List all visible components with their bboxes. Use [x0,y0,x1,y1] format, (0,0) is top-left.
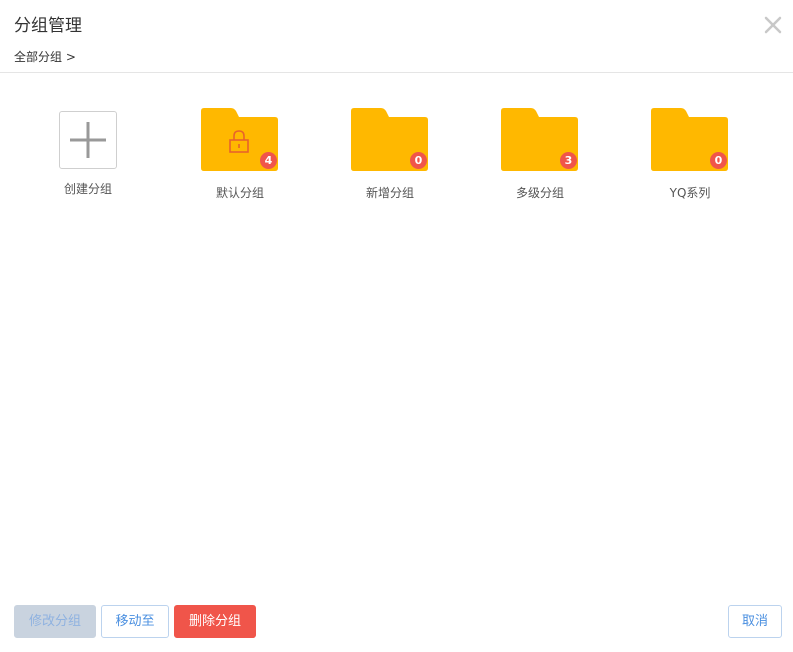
close-icon[interactable] [762,14,784,36]
count-badge: 0 [410,152,427,169]
create-group-button[interactable] [59,111,117,169]
delete-group-button[interactable]: 删除分组 [174,605,256,638]
folder-label: 默认分组 [215,186,264,200]
plus-icon [70,122,106,158]
cancel-button[interactable]: 取消 [728,605,782,638]
folder-yq-series[interactable]: 0 [651,108,729,172]
count-badge: 3 [560,152,577,169]
folder-label: 新增分组 [365,186,414,200]
folder-default-group[interactable]: 4 [201,108,279,172]
folder-label: 多级分组 [515,186,564,200]
lock-icon [229,130,249,153]
folder-multilevel-group[interactable]: 3 [501,108,579,172]
folder-label: YQ系列 [669,186,711,200]
create-group-label: 创建分组 [63,182,112,196]
edit-group-button[interactable]: 修改分组 [14,605,96,638]
folder-new-group[interactable]: 0 [351,108,429,172]
move-to-button[interactable]: 移动至 [101,605,169,638]
header-divider [0,72,793,73]
breadcrumb[interactable]: 全部分组 > [14,48,76,66]
count-badge: 4 [260,152,277,169]
dialog-title: 分组管理 [14,16,82,36]
count-badge: 0 [710,152,727,169]
